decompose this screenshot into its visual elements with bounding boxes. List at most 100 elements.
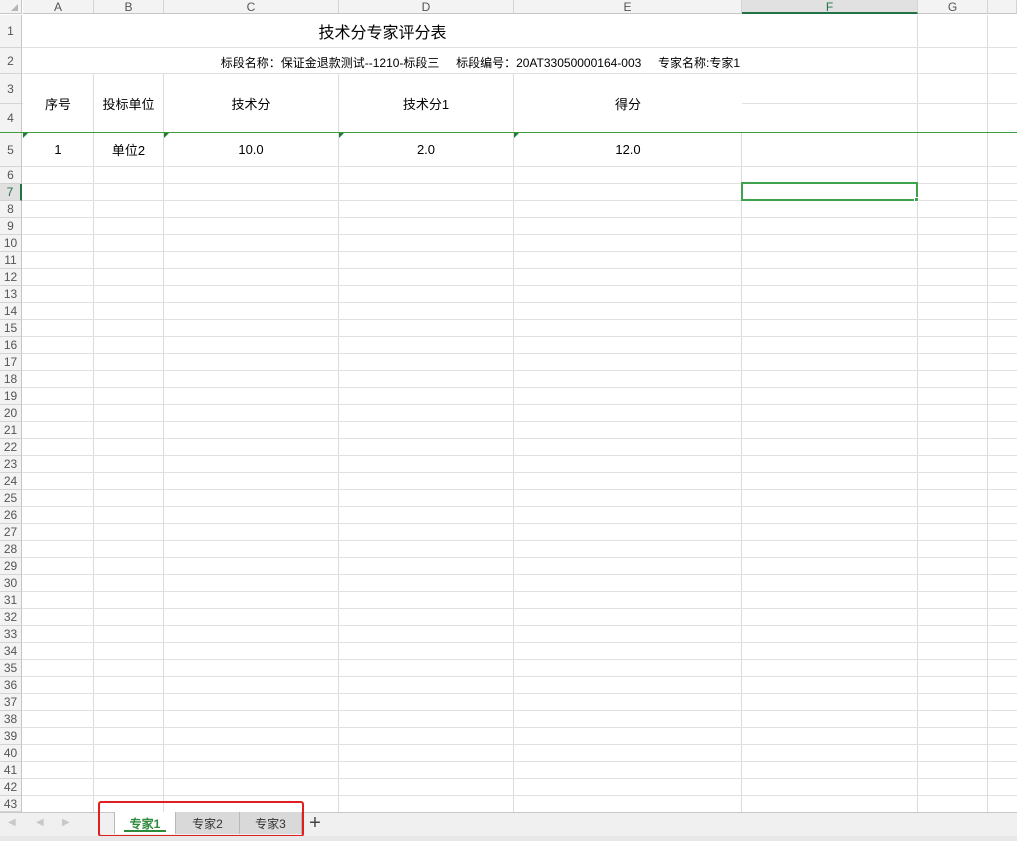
row-header-38[interactable]: 38 xyxy=(0,711,22,728)
cell-D5[interactable]: 2.0 xyxy=(339,133,513,166)
row-header-26[interactable]: 26 xyxy=(0,507,22,524)
row-header-8[interactable]: 8 xyxy=(0,201,22,218)
cell-marker-icon xyxy=(164,133,169,138)
row-header-25[interactable]: 25 xyxy=(0,490,22,507)
row-header-34[interactable]: 34 xyxy=(0,643,22,660)
row-header-21[interactable]: 21 xyxy=(0,422,22,439)
grid-line-horizontal xyxy=(22,319,1017,320)
row-header-40[interactable]: 40 xyxy=(0,745,22,762)
grid-line-horizontal xyxy=(22,421,1017,422)
grid-line-horizontal xyxy=(22,523,1017,524)
grid-line-horizontal xyxy=(22,710,1017,711)
row-header-39[interactable]: 39 xyxy=(0,728,22,745)
row-header-22[interactable]: 22 xyxy=(0,439,22,456)
column-header-g[interactable]: G xyxy=(918,0,988,14)
active-cell-selection[interactable] xyxy=(741,182,918,201)
cell-A5-value: 1 xyxy=(54,142,62,157)
grid-line-horizontal xyxy=(22,302,1017,303)
grid-line-horizontal xyxy=(22,676,1017,677)
cell-marker-icon xyxy=(514,133,519,138)
row-header-7[interactable]: 7 xyxy=(0,184,22,201)
column-header-a[interactable]: A xyxy=(23,0,94,14)
column-header-c[interactable]: C xyxy=(164,0,339,14)
row-header-37[interactable]: 37 xyxy=(0,694,22,711)
column-header-d[interactable]: D xyxy=(339,0,514,14)
cell-A5[interactable]: 1 xyxy=(23,133,93,166)
row-header-1[interactable]: 1 xyxy=(0,15,22,48)
row-header-20[interactable]: 20 xyxy=(0,405,22,422)
row-header-6[interactable]: 6 xyxy=(0,167,22,184)
grid-line-horizontal xyxy=(22,251,1017,252)
row-header-17[interactable]: 17 xyxy=(0,354,22,371)
sheet-subtitle-cell[interactable]: 标段名称：保证金退款测试--1210-标段三 标段编号：20AT33050000… xyxy=(23,48,742,73)
row-header-33[interactable]: 33 xyxy=(0,626,22,643)
row-header-5[interactable]: 5 xyxy=(0,133,22,167)
cell-C5[interactable]: 10.0 xyxy=(164,133,338,166)
grid-line-horizontal xyxy=(22,761,1017,762)
row-header-12[interactable]: 12 xyxy=(0,269,22,286)
column-header-overflow xyxy=(988,0,1017,14)
row-header-9[interactable]: 9 xyxy=(0,218,22,235)
row-header-11[interactable]: 11 xyxy=(0,252,22,269)
row-header-27[interactable]: 27 xyxy=(0,524,22,541)
header-cell-tech1[interactable]: 技术分1 xyxy=(339,74,513,132)
sheet-title-cell[interactable]: 技术分专家评分表 xyxy=(23,15,742,47)
column-header-e[interactable]: E xyxy=(514,0,742,14)
grid-line-horizontal xyxy=(22,268,1017,269)
row-header-35[interactable]: 35 xyxy=(0,660,22,677)
row-header-30[interactable]: 30 xyxy=(0,575,22,592)
header-cell-tech[interactable]: 技术分 xyxy=(164,74,338,132)
header-cell-unit[interactable]: 投标单位 xyxy=(94,74,163,132)
cell-B5[interactable]: 单位2 xyxy=(94,133,163,166)
grid-line-horizontal xyxy=(22,727,1017,728)
cell-E5-value: 12.0 xyxy=(615,142,641,157)
row-header-18[interactable]: 18 xyxy=(0,371,22,388)
row-header-3[interactable]: 3 xyxy=(0,74,22,104)
row-header-32[interactable]: 32 xyxy=(0,609,22,626)
grid-line-horizontal xyxy=(22,795,1017,796)
row-header-23[interactable]: 23 xyxy=(0,456,22,473)
grid-line-horizontal xyxy=(22,693,1017,694)
row-header-29[interactable]: 29 xyxy=(0,558,22,575)
column-header-f[interactable]: F xyxy=(742,0,918,14)
row-header-42[interactable]: 42 xyxy=(0,779,22,796)
column-header-b[interactable]: B xyxy=(94,0,164,14)
row-header-36[interactable]: 36 xyxy=(0,677,22,694)
grid-line-horizontal xyxy=(22,778,1017,779)
grid-line-horizontal xyxy=(22,574,1017,575)
header-cell-score[interactable]: 得分 xyxy=(514,74,742,132)
grid-line-horizontal xyxy=(22,370,1017,371)
grid-line-horizontal xyxy=(22,744,1017,745)
row-header-15[interactable]: 15 xyxy=(0,320,22,337)
row-header-14[interactable]: 14 xyxy=(0,303,22,320)
row-header-19[interactable]: 19 xyxy=(0,388,22,405)
grid-line-horizontal xyxy=(22,625,1017,626)
grid-line-horizontal xyxy=(22,591,1017,592)
grid-line-horizontal xyxy=(22,608,1017,609)
grid-line-horizontal xyxy=(22,455,1017,456)
tab-scroll-prev-icon[interactable]: ◀ xyxy=(36,817,46,829)
row-header-4[interactable]: 4 xyxy=(0,104,22,133)
row-header-28[interactable]: 28 xyxy=(0,541,22,558)
tabs-highlight-box xyxy=(98,801,304,837)
cell-E5[interactable]: 12.0 xyxy=(514,133,742,166)
row-header-31[interactable]: 31 xyxy=(0,592,22,609)
tab-scroll-next-icon[interactable]: ▶ xyxy=(62,817,72,829)
grid-line-horizontal xyxy=(22,438,1017,439)
cell-marker-icon xyxy=(339,133,344,138)
row-header-24[interactable]: 24 xyxy=(0,473,22,490)
grid-line-horizontal xyxy=(22,557,1017,558)
row-header-10[interactable]: 10 xyxy=(0,235,22,252)
grid-line-horizontal xyxy=(22,472,1017,473)
header-cell-seq[interactable]: 序号 xyxy=(23,74,93,132)
row-header-13[interactable]: 13 xyxy=(0,286,22,303)
fill-handle[interactable] xyxy=(914,197,919,202)
row-header-41[interactable]: 41 xyxy=(0,762,22,779)
row-header-2[interactable]: 2 xyxy=(0,48,22,74)
select-all-corner[interactable] xyxy=(0,0,22,14)
row-header-16[interactable]: 16 xyxy=(0,337,22,354)
header-unit-label: 投标单位 xyxy=(102,96,155,112)
tab-scroll-first-icon[interactable]: ◀ xyxy=(8,817,18,829)
add-sheet-button[interactable]: + xyxy=(306,813,324,833)
row-header-43[interactable]: 43 xyxy=(0,796,22,812)
